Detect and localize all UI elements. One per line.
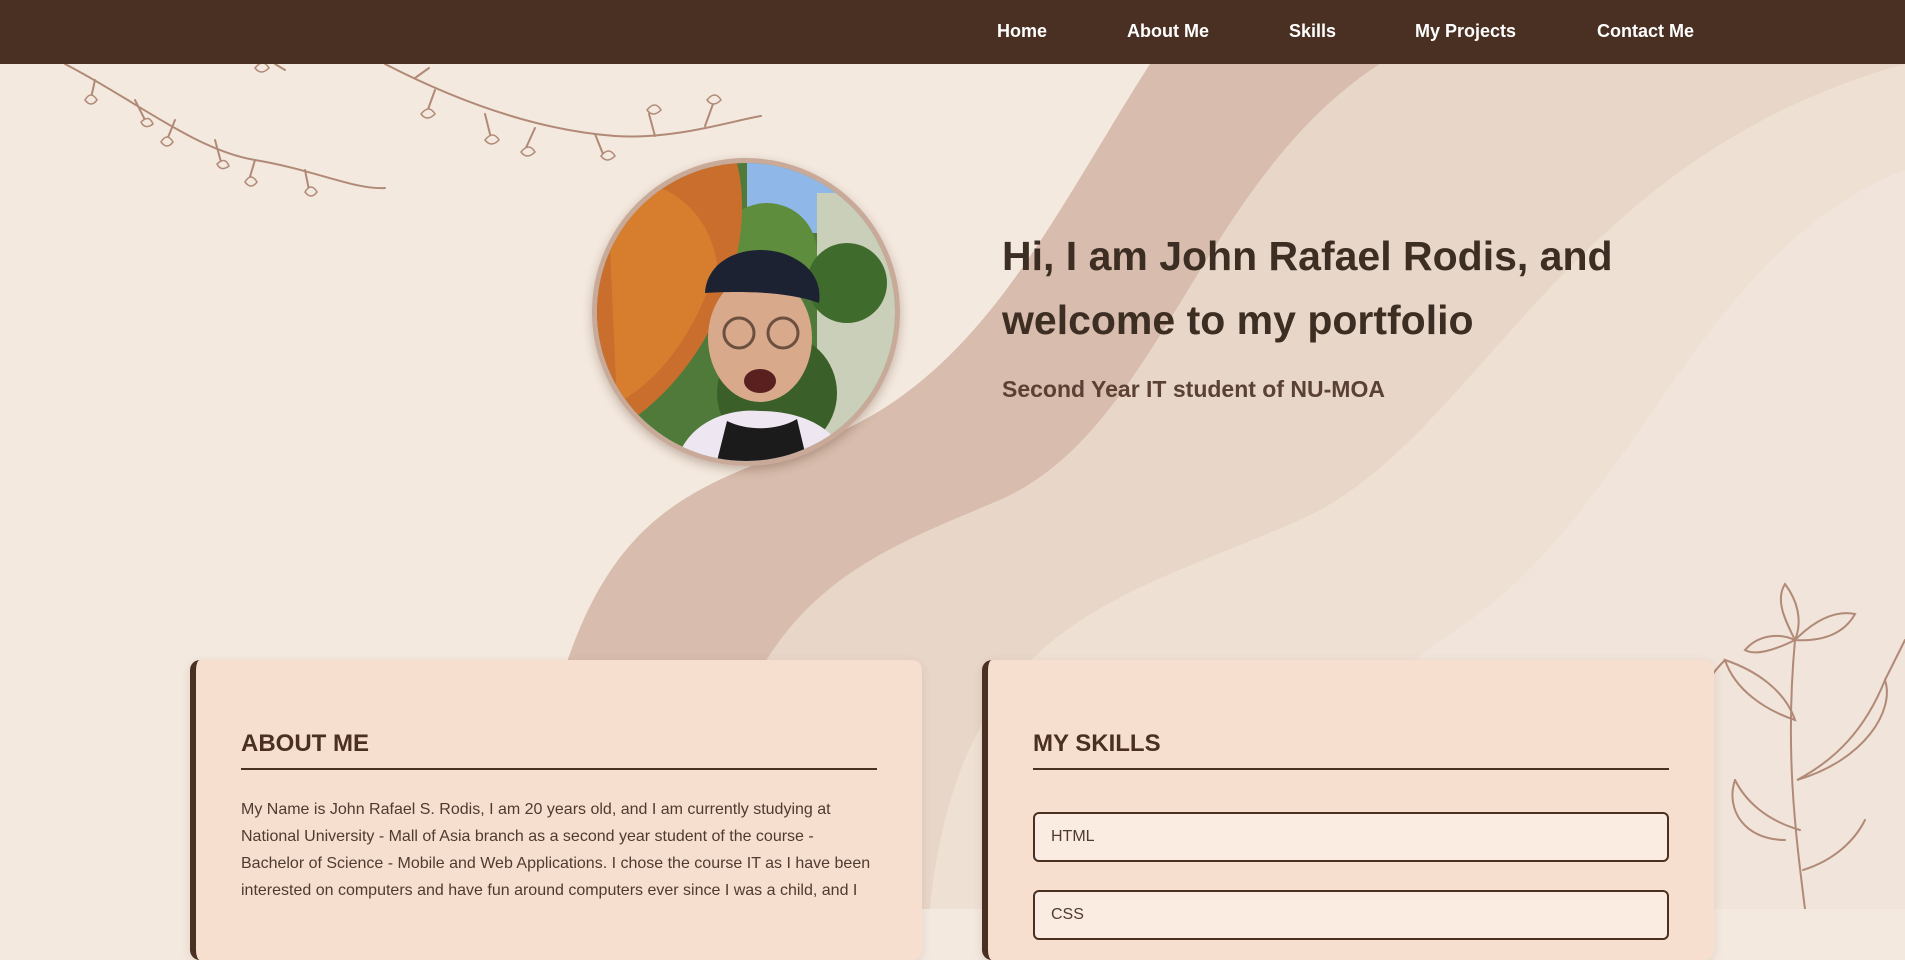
about-me-card: ABOUT ME My Name is John Rafael S. Rodis… bbox=[190, 660, 922, 960]
about-me-heading: ABOUT ME bbox=[241, 730, 877, 770]
nav-link-my-projects[interactable]: My Projects bbox=[1415, 0, 1516, 62]
skill-item-css: CSS bbox=[1033, 890, 1669, 940]
my-skills-card: MY SKILLS HTML CSS bbox=[982, 660, 1714, 960]
nav-link-home[interactable]: Home bbox=[997, 0, 1047, 62]
hero-subtitle: Second Year IT student of NU-MOA bbox=[1002, 376, 1385, 402]
my-skills-heading: MY SKILLS bbox=[1033, 730, 1669, 770]
flower-illustration bbox=[1700, 582, 1905, 909]
navbar: Home About Me Skills My Projects Contact… bbox=[0, 0, 1905, 64]
skill-item-html: HTML bbox=[1033, 812, 1669, 862]
nav-link-skills[interactable]: Skills bbox=[1289, 0, 1336, 62]
about-me-text: My Name is John Rafael S. Rodis, I am 20… bbox=[241, 801, 871, 899]
profile-photo-image bbox=[597, 163, 895, 461]
nav-link-contact-me[interactable]: Contact Me bbox=[1597, 0, 1694, 62]
nav-link-about-me[interactable]: About Me bbox=[1127, 0, 1209, 62]
hero-title: Hi, I am John Rafael Rodis, and welcome … bbox=[1002, 233, 1613, 343]
profile-photo bbox=[592, 158, 900, 466]
